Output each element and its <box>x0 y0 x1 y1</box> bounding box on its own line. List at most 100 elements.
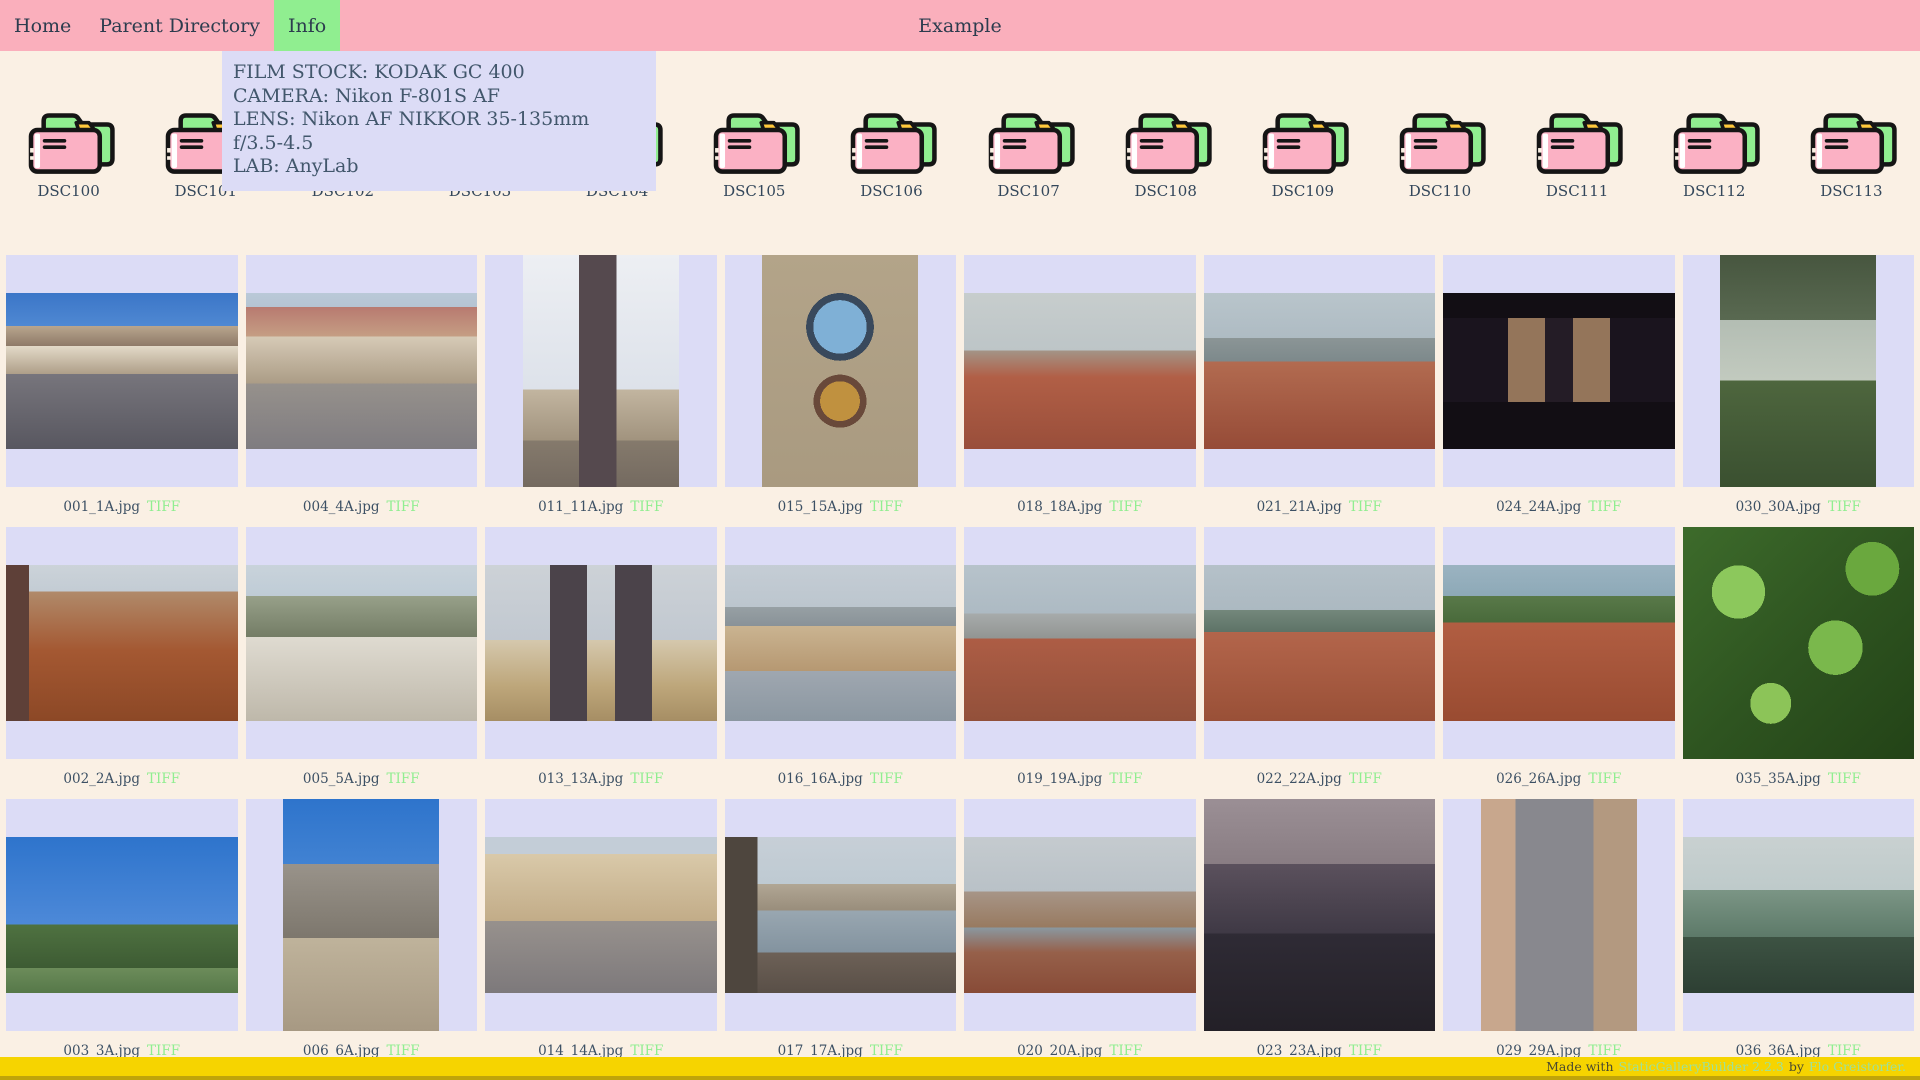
folder-label: DSC105 <box>723 182 786 200</box>
photo-thumbnail[interactable] <box>6 527 238 759</box>
photo-thumbnail[interactable] <box>245 799 477 1031</box>
photo-thumbnail[interactable] <box>485 255 717 487</box>
photo-filename[interactable]: 004_4A.jpg <box>303 499 380 515</box>
folder-icon <box>1392 101 1488 177</box>
photo-item[interactable]: 029_29A.jpg TIFF <box>1443 799 1675 1071</box>
photo-filename[interactable]: 015_15A.jpg <box>778 499 863 515</box>
photo-thumbnail[interactable] <box>245 255 477 487</box>
photo-thumbnail[interactable] <box>964 527 1196 759</box>
folder-item-dsc109[interactable]: DSC109 <box>1234 51 1371 215</box>
folder-item-dsc106[interactable]: DSC106 <box>823 51 960 215</box>
photo-item[interactable]: 036_36A.jpg TIFF <box>1682 799 1914 1071</box>
photo-item[interactable]: 030_30A.jpg TIFF <box>1682 255 1914 527</box>
photo-filename[interactable]: 024_24A.jpg <box>1496 499 1581 515</box>
photo-thumbnail[interactable] <box>724 255 956 487</box>
folder-label: DSC108 <box>1134 182 1197 200</box>
photo-filename[interactable]: 019_19A.jpg <box>1017 771 1102 787</box>
photo-filename[interactable]: 002_2A.jpg <box>63 771 140 787</box>
photo-thumbnail[interactable] <box>1203 255 1435 487</box>
nav-item-parent-directory[interactable]: Parent Directory <box>85 0 274 51</box>
folder-item-dsc112[interactable]: DSC112 <box>1646 51 1783 215</box>
nav-item-home[interactable]: Home <box>0 0 85 51</box>
tiff-link[interactable]: TIFF <box>1109 499 1142 515</box>
tiff-link[interactable]: TIFF <box>1349 499 1382 515</box>
photo-thumbnail[interactable] <box>1203 527 1435 759</box>
photo-item[interactable]: 016_16A.jpg TIFF <box>724 527 956 799</box>
folder-item-dsc107[interactable]: DSC107 <box>960 51 1097 215</box>
photo-thumbnail[interactable] <box>6 255 238 487</box>
photo-item[interactable]: 017_17A.jpg TIFF <box>724 799 956 1071</box>
photo-filename[interactable]: 011_11A.jpg <box>538 499 623 515</box>
photo-item[interactable]: 013_13A.jpg TIFF <box>485 527 717 799</box>
photo-item[interactable]: 004_4A.jpg TIFF <box>245 255 477 527</box>
photo-item[interactable]: 002_2A.jpg TIFF <box>6 527 238 799</box>
folder-item-dsc111[interactable]: DSC111 <box>1509 51 1646 215</box>
photo-item[interactable]: 019_19A.jpg TIFF <box>964 527 1196 799</box>
photo-thumbnail[interactable] <box>1443 799 1675 1031</box>
photo-thumbnail[interactable] <box>245 527 477 759</box>
photo-item[interactable]: 011_11A.jpg TIFF <box>485 255 717 527</box>
photo-thumbnail[interactable] <box>485 799 717 1031</box>
photo-item[interactable]: 001_1A.jpg TIFF <box>6 255 238 527</box>
photo-filename[interactable]: 001_1A.jpg <box>63 499 140 515</box>
photo-filename[interactable]: 018_18A.jpg <box>1017 499 1102 515</box>
footer-tool-link[interactable]: StaticGalleryBuilder 2.2.3 <box>1619 1059 1784 1074</box>
photo-item[interactable]: 005_5A.jpg TIFF <box>245 527 477 799</box>
tiff-link[interactable]: TIFF <box>630 771 663 787</box>
photo-item[interactable]: 035_35A.jpg TIFF <box>1682 527 1914 799</box>
nav-item-info[interactable]: Info <box>273 0 341 51</box>
folder-item-dsc108[interactable]: DSC108 <box>1097 51 1234 215</box>
photo-item[interactable]: 006_6A.jpg TIFF <box>245 799 477 1071</box>
photo-image <box>1203 799 1435 1031</box>
tiff-link[interactable]: TIFF <box>1828 771 1861 787</box>
photo-item[interactable]: 015_15A.jpg TIFF <box>724 255 956 527</box>
folder-item-dsc100[interactable]: DSC100 <box>0 51 137 215</box>
photo-filename[interactable]: 022_22A.jpg <box>1257 771 1342 787</box>
photo-thumbnail[interactable] <box>724 799 956 1031</box>
photo-item[interactable]: 020_20A.jpg TIFF <box>964 799 1196 1071</box>
photo-filename[interactable]: 030_30A.jpg <box>1736 499 1821 515</box>
photo-item[interactable]: 022_22A.jpg TIFF <box>1203 527 1435 799</box>
tiff-link[interactable]: TIFF <box>870 771 903 787</box>
photo-item[interactable]: 026_26A.jpg TIFF <box>1443 527 1675 799</box>
photo-item[interactable]: 003_3A.jpg TIFF <box>6 799 238 1071</box>
photo-filename[interactable]: 005_5A.jpg <box>303 771 380 787</box>
tiff-link[interactable]: TIFF <box>387 499 420 515</box>
tiff-link[interactable]: TIFF <box>1828 499 1861 515</box>
tiff-link[interactable]: TIFF <box>147 771 180 787</box>
photo-thumbnail[interactable] <box>1203 799 1435 1031</box>
tiff-link[interactable]: TIFF <box>1109 771 1142 787</box>
photo-item[interactable]: 023_23A.jpg TIFF <box>1203 799 1435 1071</box>
tiff-link[interactable]: TIFF <box>1588 771 1621 787</box>
photo-item[interactable]: 024_24A.jpg TIFF <box>1443 255 1675 527</box>
photo-thumbnail[interactable] <box>1443 527 1675 759</box>
footer-author-link[interactable]: Flo Greistorfer. <box>1809 1059 1906 1074</box>
photo-item[interactable]: 018_18A.jpg TIFF <box>964 255 1196 527</box>
tiff-link[interactable]: TIFF <box>147 499 180 515</box>
photo-filename[interactable]: 026_26A.jpg <box>1496 771 1581 787</box>
photo-item[interactable]: 014_14A.jpg TIFF <box>485 799 717 1071</box>
photo-thumbnail[interactable] <box>724 527 956 759</box>
photo-filename[interactable]: 021_21A.jpg <box>1257 499 1342 515</box>
photo-item[interactable]: 021_21A.jpg TIFF <box>1203 255 1435 527</box>
tiff-link[interactable]: TIFF <box>630 499 663 515</box>
tiff-link[interactable]: TIFF <box>1349 771 1382 787</box>
photo-filename[interactable]: 013_13A.jpg <box>538 771 623 787</box>
photo-filename[interactable]: 035_35A.jpg <box>1736 771 1821 787</box>
photo-thumbnail[interactable] <box>1443 255 1675 487</box>
photo-thumbnail[interactable] <box>1682 527 1914 759</box>
photo-thumbnail[interactable] <box>6 799 238 1031</box>
tiff-link[interactable]: TIFF <box>1588 499 1621 515</box>
photo-thumbnail[interactable] <box>1682 799 1914 1031</box>
photo-thumbnail[interactable] <box>1682 255 1914 487</box>
photo-thumbnail[interactable] <box>964 255 1196 487</box>
photo-filename[interactable]: 016_16A.jpg <box>778 771 863 787</box>
photo-thumbnail[interactable] <box>485 527 717 759</box>
photo-image <box>1203 565 1435 721</box>
folder-item-dsc113[interactable]: DSC113 <box>1783 51 1920 215</box>
photo-thumbnail[interactable] <box>964 799 1196 1031</box>
folder-item-dsc110[interactable]: DSC110 <box>1371 51 1508 215</box>
folder-item-dsc105[interactable]: DSC105 <box>686 51 823 215</box>
tiff-link[interactable]: TIFF <box>387 771 420 787</box>
tiff-link[interactable]: TIFF <box>870 499 903 515</box>
